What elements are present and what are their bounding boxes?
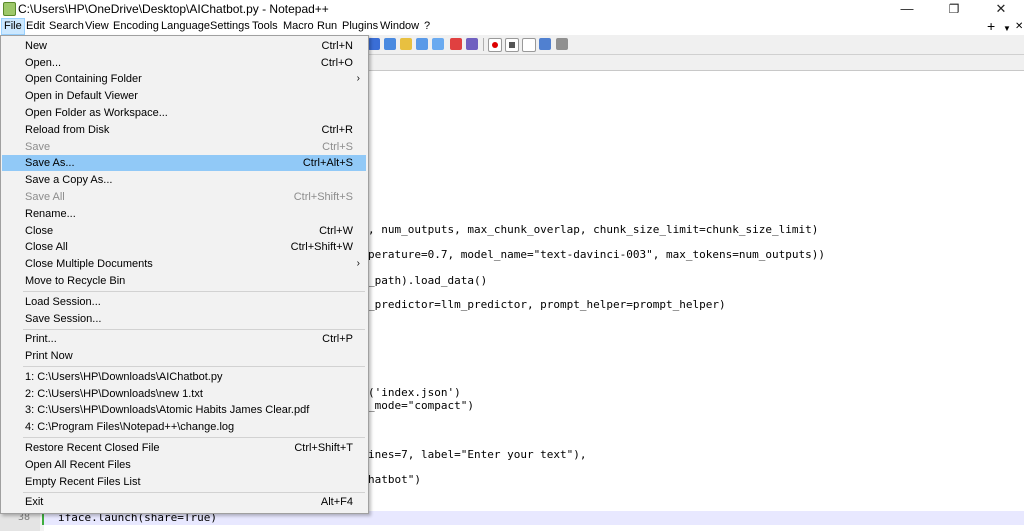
code-line[interactable]: perature=0.7, model_name="text-davinci-0…	[368, 248, 825, 262]
code-line[interactable]: ines=7, label="Enter your text"),	[368, 448, 587, 462]
stop-recording-icon[interactable]	[505, 38, 519, 52]
submenu-arrow-icon: ›	[356, 73, 360, 84]
minimize-button[interactable]: —	[884, 0, 930, 18]
submenu-arrow-icon: ›	[356, 258, 360, 269]
show-all-chars-icon[interactable]	[466, 38, 478, 50]
title-bar: C:\Users\HP\OneDrive\Desktop\AIChatbot.p…	[0, 0, 1024, 18]
save-macro-icon[interactable]	[556, 38, 568, 50]
menu-item-recent-file[interactable]: 2: C:\Users\HP\Downloads\new 1.txt	[2, 386, 366, 402]
menu-separator	[23, 437, 365, 438]
menu-plugins[interactable]: Plugins	[340, 19, 380, 34]
playback-macro-icon[interactable]	[522, 38, 536, 52]
toolbar-separator	[483, 38, 484, 51]
menu-tools[interactable]: Tools	[250, 19, 280, 34]
menu-item-recycle-bin[interactable]: Move to Recycle Bin	[2, 273, 366, 289]
menu-item-save-all[interactable]: Save All Ctrl+Shift+S	[2, 189, 366, 205]
plus-icon[interactable]: +	[987, 19, 995, 34]
menu-item-reload[interactable]: Reload from Disk Ctrl+R	[2, 122, 366, 138]
menu-item-open[interactable]: Open... Ctrl+O	[2, 55, 366, 71]
menu-item-open-all-recent[interactable]: Open All Recent Files	[2, 457, 366, 473]
menu-item-exit[interactable]: Exit Alt+F4	[2, 494, 366, 510]
chevron-down-icon[interactable]: ▼	[1003, 21, 1011, 36]
record-macro-icon[interactable]	[488, 38, 502, 52]
menu-view[interactable]: View	[83, 19, 111, 34]
window-title: C:\Users\HP\OneDrive\Desktop\AIChatbot.p…	[18, 2, 329, 16]
menu-item-save-copy-as[interactable]: Save a Copy As...	[2, 172, 366, 188]
menu-item-new[interactable]: New Ctrl+N	[2, 38, 366, 54]
menu-encoding[interactable]: Encoding	[111, 19, 161, 34]
menu-help[interactable]: ?	[422, 19, 432, 34]
sync-scroll-icon[interactable]	[432, 38, 444, 50]
code-line[interactable]: , num_outputs, max_chunk_overlap, chunk_…	[368, 223, 818, 237]
menu-item-save[interactable]: Save Ctrl+S	[2, 139, 366, 155]
code-line[interactable]: _mode="compact")	[368, 399, 474, 413]
menu-separator	[23, 492, 365, 493]
menu-separator	[23, 329, 365, 330]
menu-item-restore-recent[interactable]: Restore Recent Closed File Ctrl+Shift+T	[2, 440, 366, 456]
zoom-in-icon[interactable]	[400, 38, 412, 50]
menu-item-close[interactable]: Close Ctrl+W	[2, 223, 366, 239]
code-line[interactable]: ('index.json')	[368, 386, 461, 400]
menu-separator	[23, 366, 365, 367]
menu-window[interactable]: Window	[378, 19, 421, 34]
menu-item-recent-file[interactable]: 1: C:\Users\HP\Downloads\AIChatbot.py	[2, 369, 366, 385]
menu-item-open-folder-workspace[interactable]: Open Folder as Workspace...	[2, 105, 366, 121]
menu-item-rename[interactable]: Rename...	[2, 206, 366, 222]
menu-bar: File Edit Search View Encoding Language …	[0, 18, 1024, 35]
close-window-button[interactable]: ✕	[978, 0, 1024, 18]
word-wrap-icon[interactable]	[450, 38, 462, 50]
code-line[interactable]: _predictor=llm_predictor, prompt_helper=…	[368, 298, 726, 312]
run-macro-multiple-icon[interactable]	[539, 38, 551, 50]
file-menu-dropdown: New Ctrl+N Open... Ctrl+O Open Containing …	[0, 35, 369, 514]
menu-item-close-all[interactable]: Close All Ctrl+Shift+W	[2, 239, 366, 255]
menu-file[interactable]: File	[1, 18, 25, 35]
code-line[interactable]: _path).load_data()	[368, 274, 487, 288]
menu-separator	[23, 291, 365, 292]
menu-item-open-default-viewer[interactable]: Open in Default Viewer	[2, 88, 366, 104]
restore-button[interactable]: ❐	[931, 0, 977, 18]
menu-item-empty-recent[interactable]: Empty Recent Files List	[2, 474, 366, 490]
menu-item-open-containing-folder[interactable]: Open Containing Folder ›	[2, 71, 366, 87]
notepadpp-app-icon	[3, 2, 16, 16]
menu-search[interactable]: Search	[47, 19, 86, 34]
menu-item-recent-file[interactable]: 3: C:\Users\HP\Downloads\Atomic Habits J…	[2, 402, 366, 418]
menu-item-print[interactable]: Print... Ctrl+P	[2, 331, 366, 347]
menu-item-load-session[interactable]: Load Session...	[2, 294, 366, 310]
menu-item-close-multiple[interactable]: Close Multiple Documents ›	[2, 256, 366, 272]
zoom-out-icon[interactable]	[416, 38, 428, 50]
menu-item-print-now[interactable]: Print Now	[2, 348, 366, 364]
menu-settings[interactable]: Settings	[208, 19, 252, 34]
menu-item-save-as[interactable]: Save As... Ctrl+Alt+S	[2, 155, 366, 171]
menu-language[interactable]: Language	[159, 19, 212, 34]
menu-run[interactable]: Run	[315, 19, 339, 34]
close-document-icon[interactable]: ✕	[1015, 19, 1023, 34]
menu-item-recent-file[interactable]: 4: C:\Program Files\Notepad++\change.log	[2, 419, 366, 435]
menu-item-save-session[interactable]: Save Session...	[2, 311, 366, 327]
menu-macro[interactable]: Macro	[281, 19, 316, 34]
menu-edit[interactable]: Edit	[24, 19, 47, 34]
code-line[interactable]: hatbot")	[368, 473, 421, 487]
find-icon[interactable]	[368, 38, 380, 50]
replace-icon[interactable]	[384, 38, 396, 50]
